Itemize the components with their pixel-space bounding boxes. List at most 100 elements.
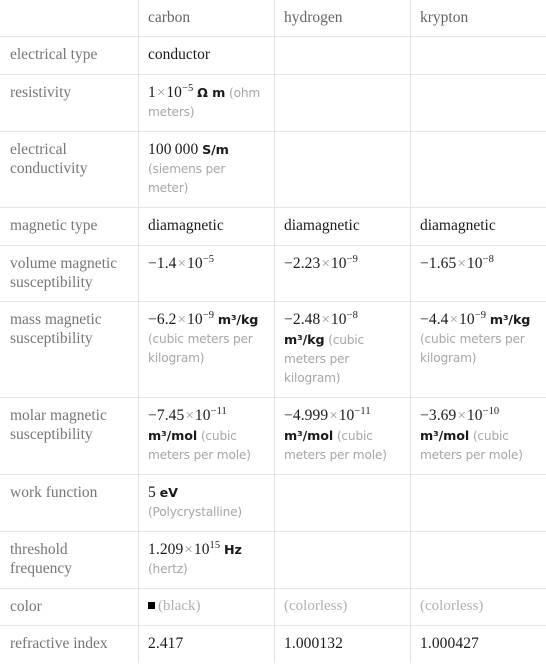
cell-descriptor: (black) <box>158 598 200 614</box>
cell-mantissa: 1.000132 <box>284 635 343 652</box>
cell-mantissa: −1.65 <box>420 255 456 272</box>
cell-exponent: 15 <box>210 540 221 551</box>
cell-exponent: −9 <box>203 310 214 321</box>
table-row: resistivity1×10−5 Ω m (ohm meters) <box>1 75 546 132</box>
cell-power: 10−5 <box>166 84 193 101</box>
cell-unit-description: (Polycrystalline) <box>148 505 242 519</box>
row-label: mass magnetic susceptibility <box>1 302 139 398</box>
cell-krypton: (colorless) <box>411 589 546 626</box>
cell-carbon: 1×10−5 Ω m (ohm meters) <box>139 75 275 132</box>
cell-mantissa: −3.69 <box>420 407 456 424</box>
cell-descriptor: (colorless) <box>420 598 483 614</box>
row-label: magnetic type <box>1 208 139 246</box>
row-label: threshold frequency <box>1 532 139 589</box>
cell-unit-description: (cubic meters per kilogram) <box>148 332 253 365</box>
multiplication-sign: × <box>177 312 187 328</box>
row-label: electrical type <box>1 37 139 75</box>
cell-hydrogen <box>275 132 411 208</box>
multiplication-sign: × <box>456 256 466 272</box>
cell-krypton <box>411 37 546 75</box>
cell-power: 10−9 <box>331 255 358 272</box>
table-row: electrical conductivity 100 000 S/m (siem… <box>1 132 546 208</box>
cell-exponent: −8 <box>483 254 494 265</box>
cell-mantissa: −2.48 <box>284 311 320 328</box>
multiplication-sign: × <box>183 542 193 558</box>
cell-power: 1015 <box>194 541 220 558</box>
cell-hydrogen <box>275 532 411 589</box>
cell-text: diamagnetic <box>420 217 496 234</box>
row-label: electrical conductivity <box>1 132 139 208</box>
cell-exponent: −11 <box>354 406 370 417</box>
cell-carbon: −7.45×10−11 m³/mol (cubic meters per mol… <box>139 398 275 475</box>
column-header-carbon: carbon <box>139 1 275 37</box>
cell-carbon: conductor <box>139 37 275 75</box>
cell-krypton <box>411 132 546 208</box>
cell-power: 10−10 <box>467 407 499 424</box>
header-row: carbon hydrogen krypton <box>1 1 546 37</box>
row-label: molar magnetic susceptibility <box>1 398 139 475</box>
cell-text: diamagnetic <box>284 217 360 234</box>
cell-hydrogen: 1.000132 <box>275 626 411 664</box>
cell-carbon: −1.4×10−5 <box>139 246 275 302</box>
cell-krypton <box>411 75 546 132</box>
cell-exponent: −5 <box>203 254 214 265</box>
properties-table: carbon hydrogen krypton electrical typec… <box>0 0 546 664</box>
cell-carbon: 2.417 <box>139 626 275 664</box>
cell-unit-description: (hertz) <box>148 562 188 576</box>
cell-mantissa: 5 <box>148 484 156 501</box>
cell-mantissa: 1.209 <box>148 541 183 558</box>
column-header-hydrogen: hydrogen <box>275 1 411 37</box>
table-row: electrical typeconductor <box>1 37 546 75</box>
cell-exponent: −5 <box>182 83 193 94</box>
cell-mantissa: 2.417 <box>148 635 183 652</box>
cell-unit-description: (cubic meters per kilogram) <box>420 332 525 365</box>
cell-mantissa: 100 000 <box>148 141 198 158</box>
table-row: mass magnetic susceptibility−6.2×10−9 m³… <box>1 302 546 398</box>
cell-carbon: 5 eV (Polycrystalline) <box>139 475 275 532</box>
cell-carbon: diamagnetic <box>139 208 275 246</box>
table-row: volume magnetic susceptibility−1.4×10−5−… <box>1 246 546 302</box>
multiplication-sign: × <box>320 312 330 328</box>
cell-exponent: −8 <box>347 310 358 321</box>
cell-power: 10−8 <box>467 255 494 272</box>
cell-hydrogen: (colorless) <box>275 589 411 626</box>
cell-power: 10−9 <box>459 311 486 328</box>
cell-unit: m³/kg <box>284 332 324 347</box>
multiplication-sign: × <box>177 256 187 272</box>
cell-unit: m³/mol <box>420 428 469 443</box>
cell-unit-description: (siemens per meter) <box>148 162 225 195</box>
cell-hydrogen: −4.999×10−11 m³/mol (cubic meters per mo… <box>275 398 411 475</box>
cell-power: 10−9 <box>187 311 214 328</box>
cell-krypton: 1.000427 <box>411 626 546 664</box>
multiplication-sign: × <box>328 408 338 424</box>
cell-hydrogen <box>275 37 411 75</box>
cell-unit: eV <box>160 485 178 500</box>
cell-mantissa: −1.4 <box>148 255 177 272</box>
cell-unit: Hz <box>224 542 242 557</box>
cell-krypton: diamagnetic <box>411 208 546 246</box>
multiplication-sign: × <box>184 408 194 424</box>
row-label: volume magnetic susceptibility <box>1 246 139 302</box>
cell-krypton: −4.4×10−9 m³/kg (cubic meters per kilogr… <box>411 302 546 398</box>
corner-cell <box>1 1 139 37</box>
cell-unit: S/m <box>202 142 229 157</box>
column-header-krypton: krypton <box>411 1 546 37</box>
cell-carbon: 1.209×1015 Hz (hertz) <box>139 532 275 589</box>
cell-mantissa: −6.2 <box>148 311 177 328</box>
table-row: refractive index2.4171.0001321.000427 <box>1 626 546 664</box>
cell-krypton: −1.65×10−8 <box>411 246 546 302</box>
cell-krypton: −3.69×10−10 m³/mol (cubic meters per mol… <box>411 398 546 475</box>
cell-carbon: −6.2×10−9 m³/kg (cubic meters per kilogr… <box>139 302 275 398</box>
cell-mantissa: 1.000427 <box>420 635 479 652</box>
cell-hydrogen: diamagnetic <box>275 208 411 246</box>
cell-mantissa: −4.999 <box>284 407 328 424</box>
cell-power: 10−5 <box>187 255 214 272</box>
table-row: threshold frequency1.209×1015 Hz (hertz) <box>1 532 546 589</box>
table-body: electrical typeconductorresistivity1×10−… <box>1 37 546 664</box>
cell-hydrogen: −2.23×10−9 <box>275 246 411 302</box>
cell-power: 10−8 <box>331 311 358 328</box>
cell-mantissa: −2.23 <box>284 255 320 272</box>
cell-hydrogen <box>275 475 411 532</box>
row-label: work function <box>1 475 139 532</box>
cell-exponent: −9 <box>475 310 486 321</box>
